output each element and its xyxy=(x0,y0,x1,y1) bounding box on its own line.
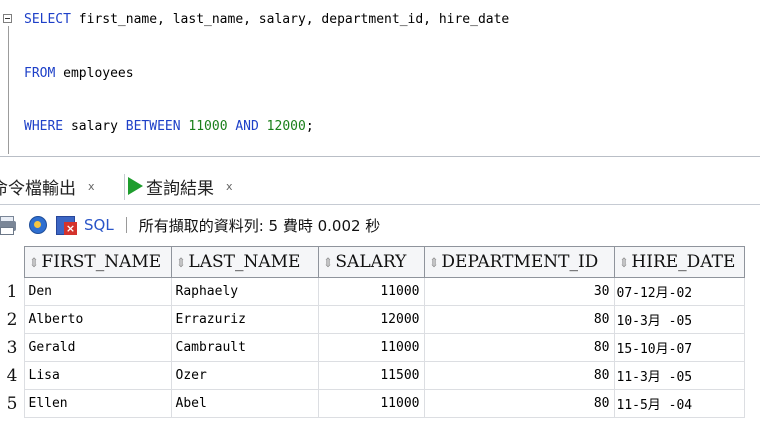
sql-line-where[interactable]: WHERE salary BETWEEN 11000 AND 12000; xyxy=(24,119,314,134)
cell-last-name[interactable]: Abel xyxy=(170,389,319,418)
toolbar-separator xyxy=(125,217,127,233)
tab-script-output[interactable]: 命令檔輸出 x xyxy=(0,168,95,204)
table-row[interactable]: 3 Gerald Cambrault 11000 80 15-10月-07 xyxy=(0,333,760,362)
sort-icon: ⇕ xyxy=(175,256,187,271)
result-toolbar: × SQL 所有擷取的資料列: 5 費時 0.002 秒 xyxy=(0,206,760,244)
sql-text: ; xyxy=(305,119,314,134)
column-header-department-id[interactable]: ⇕ DEPARTMENT_ID xyxy=(423,246,615,278)
table-row[interactable]: 5 Ellen Abel 11000 80 11-5月 -04 xyxy=(0,389,760,418)
cell-department-id[interactable]: 80 xyxy=(423,333,615,362)
row-filler xyxy=(744,390,760,418)
sort-icon: ⇕ xyxy=(322,256,334,271)
header-filler xyxy=(744,246,760,278)
cell-department-id[interactable]: 80 xyxy=(423,389,615,418)
row-number: 1 xyxy=(0,277,25,306)
row-number: 2 xyxy=(0,305,25,334)
fold-guide xyxy=(8,26,9,154)
cell-hire-date[interactable]: 11-5月 -04 xyxy=(613,389,745,418)
fetch-status: 所有擷取的資料列: 5 費時 0.002 秒 xyxy=(138,216,381,235)
sql-keyword: WHERE xyxy=(24,119,64,134)
row-number: 5 xyxy=(0,389,25,418)
cell-department-id[interactable]: 80 xyxy=(423,361,615,390)
cell-department-id[interactable]: 80 xyxy=(423,305,615,334)
cell-first-name[interactable]: Den xyxy=(23,277,172,306)
sql-keyword: BETWEEN xyxy=(125,119,181,134)
column-header-last-name[interactable]: ⇕ LAST_NAME xyxy=(170,246,319,278)
column-label: HIRE_DATE xyxy=(631,252,736,272)
export-icon[interactable]: × xyxy=(56,215,78,235)
sql-keyword: AND xyxy=(235,119,259,134)
column-label: DEPARTMENT_ID xyxy=(441,252,599,272)
sql-keyword: SELECT xyxy=(24,12,71,27)
sql-keyword: FROM xyxy=(24,66,56,81)
sql-line-from[interactable]: FROM employees xyxy=(24,66,134,81)
row-number: 4 xyxy=(0,361,25,390)
sql-editor[interactable]: SELECT first_name, last_name, salary, de… xyxy=(0,0,760,157)
cell-salary[interactable]: 11000 xyxy=(317,277,425,306)
results-grid: ⇕ FIRST_NAME ⇕ LAST_NAME ⇕ SALARY ⇕ DEPARTME… xyxy=(0,246,760,418)
column-header-salary[interactable]: ⇕ SALARY xyxy=(317,246,425,278)
table-row[interactable]: 2 Alberto Errazuriz 12000 80 10-3月 -05 xyxy=(0,305,760,334)
cell-salary[interactable]: 12000 xyxy=(317,305,425,334)
refresh-icon[interactable] xyxy=(28,215,50,235)
row-number-header xyxy=(0,246,25,278)
row-filler xyxy=(744,362,760,390)
sql-number: 11000 xyxy=(180,119,236,134)
printer-icon[interactable] xyxy=(0,215,18,235)
header-row: ⇕ FIRST_NAME ⇕ LAST_NAME ⇕ SALARY ⇕ DEPARTME… xyxy=(0,246,760,278)
cell-first-name[interactable]: Alberto xyxy=(23,305,172,334)
sql-button[interactable]: SQL xyxy=(84,216,114,234)
cell-last-name[interactable]: Raphaely xyxy=(170,277,319,306)
cell-first-name[interactable]: Lisa xyxy=(23,361,172,390)
cell-first-name[interactable]: Ellen xyxy=(23,389,172,418)
cell-hire-date[interactable]: 10-3月 -05 xyxy=(613,305,745,334)
sort-icon: ⇕ xyxy=(618,256,630,271)
row-number: 3 xyxy=(0,333,25,362)
sql-line-select[interactable]: SELECT first_name, last_name, salary, de… xyxy=(24,12,509,27)
column-header-first-name[interactable]: ⇕ FIRST_NAME xyxy=(23,246,172,278)
column-label: FIRST_NAME xyxy=(41,252,162,272)
sql-text: first_name, last_name, salary, departmen… xyxy=(70,12,510,27)
column-label: LAST_NAME xyxy=(188,252,301,272)
table-row[interactable]: 1 Den Raphaely 11000 30 07-12月-02 xyxy=(0,277,760,306)
tab-query-result[interactable]: 查詢結果 x xyxy=(128,168,233,204)
cell-salary[interactable]: 11000 xyxy=(317,333,425,362)
cell-last-name[interactable]: Errazuriz xyxy=(170,305,319,334)
sort-icon: ⇕ xyxy=(28,256,40,271)
sort-icon: ⇕ xyxy=(428,256,440,271)
cell-hire-date[interactable]: 15-10月-07 xyxy=(613,333,745,362)
output-tab-strip: 命令檔輸出 x 查詢結果 x xyxy=(0,168,760,205)
cell-first-name[interactable]: Gerald xyxy=(23,333,172,362)
sql-number: 12000 xyxy=(258,119,306,134)
tab-label: 查詢結果 xyxy=(146,178,214,199)
cell-salary[interactable]: 11000 xyxy=(317,389,425,418)
close-icon[interactable]: x xyxy=(226,180,233,193)
cell-department-id[interactable]: 30 xyxy=(423,277,615,306)
sql-text: salary xyxy=(63,119,126,134)
row-filler xyxy=(744,334,760,362)
row-filler xyxy=(744,306,760,334)
cell-hire-date[interactable]: 07-12月-02 xyxy=(613,277,745,306)
cell-last-name[interactable]: Ozer xyxy=(170,361,319,390)
column-header-hire-date[interactable]: ⇕ HIRE_DATE xyxy=(613,246,745,278)
tab-divider xyxy=(124,174,125,200)
column-label: SALARY xyxy=(335,252,407,272)
close-icon[interactable]: x xyxy=(88,180,95,193)
collapse-toggle-icon[interactable] xyxy=(3,14,12,23)
cell-salary[interactable]: 11500 xyxy=(317,361,425,390)
play-icon xyxy=(128,177,143,195)
cell-hire-date[interactable]: 11-3月 -05 xyxy=(613,361,745,390)
table-row[interactable]: 4 Lisa Ozer 11500 80 11-3月 -05 xyxy=(0,361,760,390)
tab-label: 命令檔輸出 xyxy=(0,178,76,199)
row-filler xyxy=(744,278,760,306)
cell-last-name[interactable]: Cambrault xyxy=(170,333,319,362)
sql-text: employees xyxy=(55,66,134,81)
